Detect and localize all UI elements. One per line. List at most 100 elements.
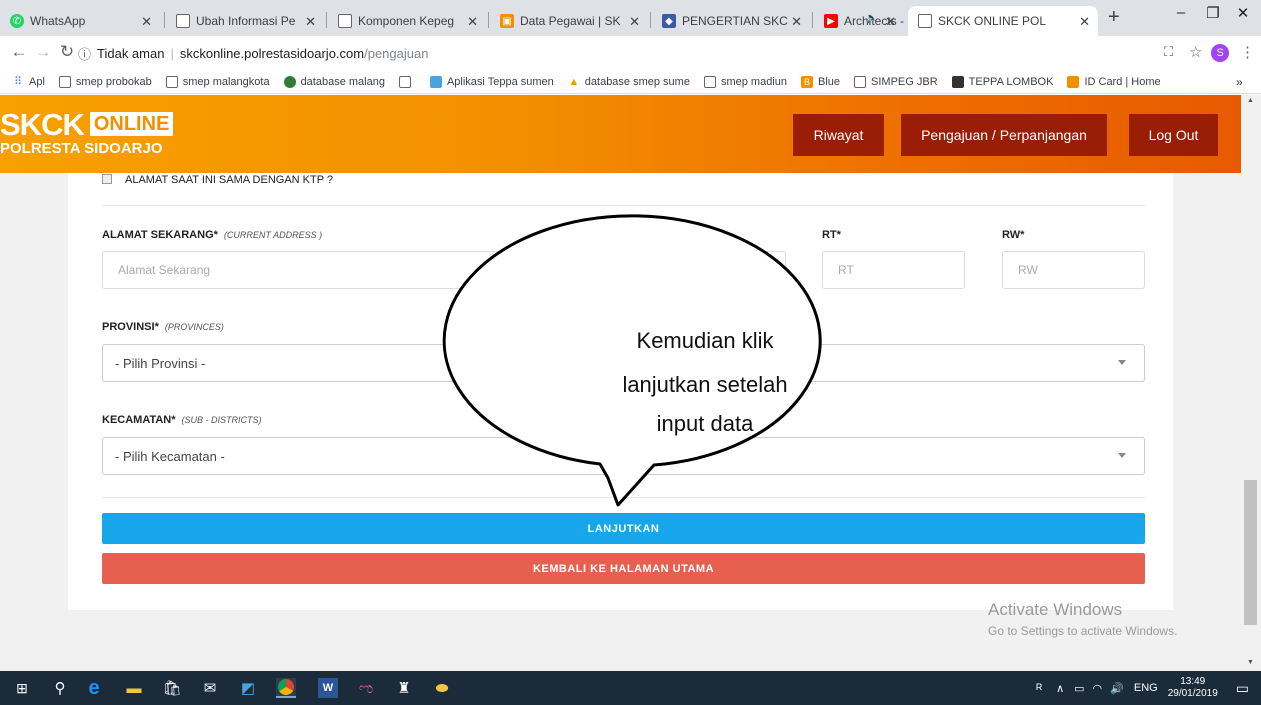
paint-icon[interactable]: ಌ (356, 678, 376, 698)
document-icon (58, 75, 71, 88)
tab-skck-online[interactable]: SKCK ONLINE POL ✕ (908, 6, 1098, 36)
clock-date: 29/01/2019 (1167, 688, 1218, 699)
windows-start-icon[interactable]: ⊞ (12, 678, 32, 698)
notifications-icon[interactable]: ▭ (1236, 680, 1249, 697)
edge-icon[interactable]: e (84, 677, 104, 699)
bookmark-item[interactable]: smep malangkota (165, 75, 270, 88)
green-emblem-icon (283, 75, 296, 88)
same-as-ktp-label: ALAMAT SAAT INI SAMA DENGAN KTP ? (125, 174, 334, 186)
scroll-up-arrow[interactable]: ▲ (1247, 97, 1254, 104)
clock[interactable]: 13:49 29/01/2019 (1168, 676, 1218, 700)
app-icon-3[interactable]: ⬬ (432, 678, 452, 698)
forward-arrow-icon[interactable]: → (32, 42, 54, 62)
subdistrict-value: - Pilih Kecamatan - (115, 448, 225, 464)
bookmark-label: Aplikasi Teppa sumen (446, 75, 554, 88)
scrollbar[interactable]: ▲ ▼ (1241, 95, 1261, 671)
tab-komponen[interactable]: Komponen Kepeg ✕ (328, 6, 486, 36)
close-icon[interactable]: ✕ (885, 14, 896, 30)
tab-ubah-informasi[interactable]: Ubah Informasi Pe ✕ (166, 6, 324, 36)
tab-title: Data Pegawai | SK (520, 14, 621, 28)
people-icon[interactable]: ᴿ (1036, 681, 1042, 696)
bookmark-item[interactable]: ▲ database smep sume (568, 76, 690, 88)
bookmark-item[interactable]: smep probokab (58, 75, 152, 88)
bookmark-item[interactable]: smep madiun (703, 75, 787, 88)
close-window-button[interactable]: ✕ (1228, 4, 1258, 22)
bookmark-item[interactable]: TEPPA LOMBOK (951, 75, 1053, 88)
store-icon[interactable]: 🛍 (162, 678, 182, 698)
bookmark-label: smep malangkota (182, 75, 270, 88)
bookmark-item[interactable] (398, 75, 416, 88)
scrollbar-thumb[interactable] (1244, 480, 1257, 625)
chevron-down-icon (1118, 453, 1126, 458)
nav-riwayat[interactable]: Riwayat (793, 114, 884, 156)
subdistrict-select[interactable]: - Pilih Kecamatan - (102, 437, 1145, 475)
menu-icon[interactable]: ⋮ (1240, 43, 1255, 61)
mail-icon[interactable]: ✉ (200, 678, 220, 698)
bookmark-item[interactable]: SIMPEG JBR (854, 75, 938, 88)
tab-data-pegawai[interactable]: ▣ Data Pegawai | SK ✕ (490, 6, 648, 36)
close-icon[interactable]: ✕ (629, 14, 640, 30)
bookmark-apps[interactable]: ⠿ Apl (12, 75, 45, 89)
volume-icon[interactable]: 🔊 (1110, 682, 1124, 695)
back-to-home-button[interactable]: KEMBALI KE HALAMAN UTAMA (102, 553, 1145, 584)
callout-line-2: lanjutkan setelah (622, 372, 788, 397)
continue-button[interactable]: LANJUTKAN (102, 513, 1145, 544)
address-input[interactable]: Alamat Sekarang (102, 251, 786, 289)
close-icon[interactable]: ✕ (305, 14, 316, 30)
tab-architects[interactable]: ▶ Architects - Su 🔈 ✕ (814, 6, 904, 36)
rt-input[interactable]: RT (822, 251, 965, 289)
province-value: - Pilih Provinsi - (115, 355, 206, 371)
nav-pengajuan[interactable]: Pengajuan / Perpanjangan (901, 114, 1107, 156)
chrome-icon[interactable] (276, 678, 296, 698)
file-explorer-icon[interactable]: ▬ (124, 678, 144, 698)
clock-time: 13:49 (1180, 676, 1206, 687)
chevron-down-icon (1118, 360, 1126, 365)
address-bar[interactable]: ⓘ Tidak aman | skckonline.polrestasidoar… (78, 40, 1158, 66)
bookmark-label: Blue (818, 75, 841, 88)
tab-pengertian[interactable]: ◆ PENGERTIAN SKC ✕ (652, 6, 810, 36)
bookmark-item[interactable]: database malang (283, 75, 385, 88)
battery-icon[interactable]: ▭ (1074, 682, 1084, 695)
back-arrow-icon[interactable]: ← (8, 42, 30, 62)
close-icon[interactable]: ✕ (1079, 14, 1090, 30)
word-icon[interactable]: W (318, 678, 338, 698)
close-icon[interactable]: ✕ (467, 14, 478, 30)
bookmark-label: Apl (29, 75, 45, 88)
profile-avatar[interactable]: S (1211, 44, 1229, 62)
minimize-button[interactable]: – (1166, 4, 1196, 21)
youtube-icon: ▶ (824, 14, 838, 28)
close-icon[interactable]: ✕ (141, 14, 152, 30)
document-icon (338, 14, 352, 28)
nav-logout[interactable]: Log Out (1129, 114, 1218, 156)
reload-icon[interactable]: ↻ (56, 42, 78, 62)
bookmark-item[interactable]: B Blue (801, 75, 841, 88)
translate-icon[interactable]: ⛶ (1164, 44, 1173, 60)
url-host: skckonline.polrestasidoarjo.com (179, 45, 365, 61)
app-icon[interactable]: ◩ (238, 678, 258, 698)
tab-title: SKCK ONLINE POL (938, 14, 1047, 28)
language-indicator[interactable]: ENG (1134, 682, 1158, 694)
app-icon-2[interactable]: ♜ (394, 678, 414, 698)
site-logo[interactable]: SKCK ONLINE (0, 109, 174, 140)
document-icon (703, 75, 716, 88)
wifi-icon[interactable]: ◠ (1093, 682, 1103, 695)
star-icon[interactable]: ☆ (1189, 43, 1202, 61)
province-label: PROVINSI* (PROVINCES) (102, 321, 224, 333)
subdistrict-label: KECAMATAN* (SUB - DISTRICTS) (102, 414, 262, 426)
info-icon[interactable]: ⓘ (78, 44, 91, 63)
rw-input[interactable]: RW (1002, 251, 1145, 289)
bookmark-item[interactable]: Aplikasi Teppa sumen (429, 75, 554, 88)
scroll-down-arrow[interactable]: ▼ (1247, 659, 1254, 666)
close-icon[interactable]: ✕ (791, 14, 802, 30)
callout-line-3: input data (656, 411, 754, 436)
same-as-ktp-checkbox[interactable] (102, 174, 112, 184)
new-tab-button[interactable]: + (1108, 6, 1120, 29)
search-icon[interactable]: ⚲ (50, 678, 70, 698)
logo-subtitle: POLRESTA SIDOARJO (0, 140, 163, 157)
tab-whatsapp[interactable]: ✆ WhatsApp ✕ (0, 6, 160, 36)
restore-button[interactable]: ❐ (1198, 4, 1228, 22)
more-bookmarks-icon[interactable]: » (1236, 75, 1243, 89)
chevron-up-icon[interactable]: ∧ (1056, 682, 1064, 695)
whatsapp-icon: ✆ (10, 14, 24, 28)
bookmark-item[interactable]: ID Card | Home (1067, 75, 1161, 88)
